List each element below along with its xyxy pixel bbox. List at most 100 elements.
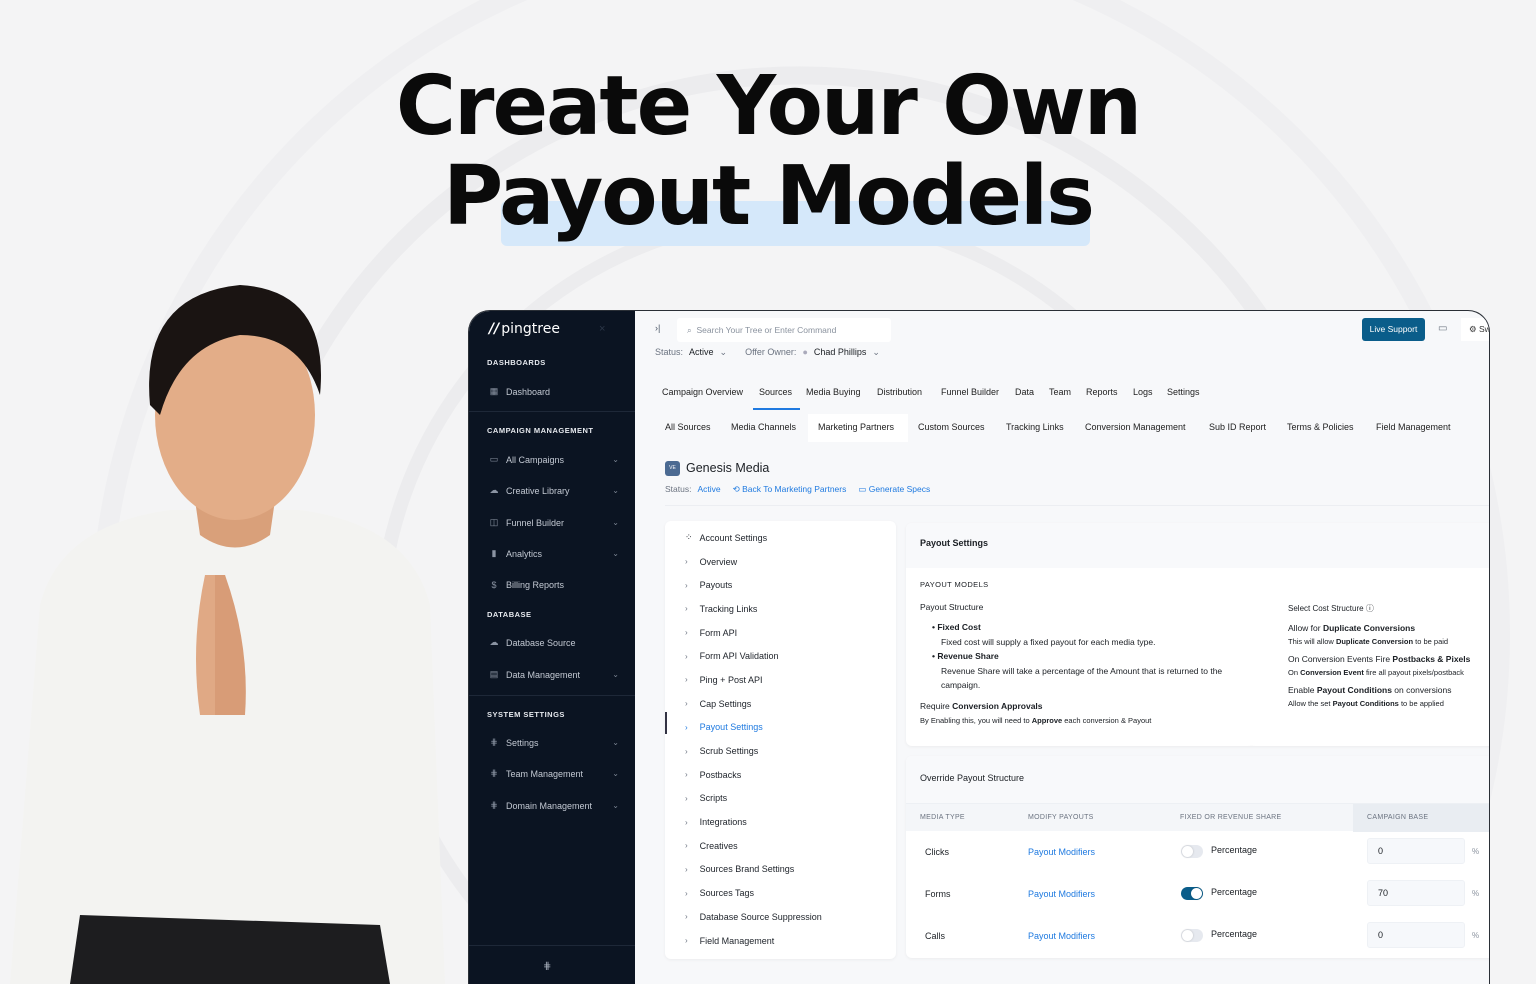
bar-chart-icon: ▮ [491,548,497,558]
live-support-button[interactable]: Live Support [1362,318,1425,341]
media-type: Clicks [925,847,949,857]
tab-reports[interactable]: Reports [1086,387,1118,397]
nav-item[interactable]: › Overview [665,550,896,574]
sidebar-item-domain-management[interactable]: ⋕ Domain Management ⌄ [489,800,619,811]
campaign-base-input[interactable]: 0 [1367,838,1465,864]
subtab-sub-id-report[interactable]: Sub ID Report [1209,422,1266,432]
tab-media-buying[interactable]: Media Buying [806,387,861,397]
campaign-base-input[interactable]: 0 [1367,922,1465,948]
nav-item[interactable]: › Creatives [665,834,896,858]
nav-item[interactable]: › Tracking Links [665,597,896,621]
main-content: ›| ⌕ Search Your Tree or Enter Command L… [635,311,1489,984]
approval-desc: By Enabling this, you will need to Appro… [920,716,1152,725]
nav-item[interactable]: › Form API Validation [665,644,896,668]
close-sidebar-icon[interactable]: × [599,323,605,335]
subtab-marketing-partners[interactable]: Marketing Partners [818,422,894,432]
sidebar-item-billing-reports[interactable]: $ Billing Reports [489,580,619,590]
payout-modifiers-link[interactable]: Payout Modifiers [1028,931,1095,941]
tab-sources[interactable]: Sources [759,387,792,397]
subtab-custom-sources[interactable]: Custom Sources [918,422,985,432]
nav-item[interactable]: › Scripts [665,787,896,811]
payout-modifiers-link[interactable]: Payout Modifiers [1028,889,1095,899]
chevron-right-icon: › [685,770,688,780]
nav-item[interactable]: › Field Management [665,929,896,953]
sidebar-item-team-management[interactable]: ⋕ Team Management ⌄ [489,768,619,779]
subtab-conversion-management[interactable]: Conversion Management [1085,422,1186,432]
subtab-tracking-links[interactable]: Tracking Links [1006,422,1064,432]
funnel-icon: ◫ [489,517,499,527]
payout-structure-label: Payout Structure [920,602,984,612]
switch-button[interactable]: ⚙ Sw [1461,318,1489,341]
nav-item[interactable]: › Integrations [665,810,896,834]
tab-campaign-overview[interactable]: Campaign Overview [662,387,743,397]
status-dropdown[interactable]: Active [689,347,714,358]
generate-specs-link[interactable]: ▭ Generate Specs [858,484,930,495]
nav-item[interactable]: › Database Source Suppression [665,905,896,929]
nav-item[interactable]: › Payouts [665,573,896,597]
postbacks-option[interactable]: On Conversion Events Fire Postbacks & Pi… [1288,653,1470,667]
sidebar-item-analytics[interactable]: ▮ Analytics ⌄ [489,548,619,559]
settings-nav: ⁘ Account Settings › Overview › Payouts › Trac… [665,521,896,959]
nav-item[interactable]: › Scrub Settings [665,739,896,763]
tab-settings[interactable]: Settings [1167,387,1200,397]
settings-sliders-icon[interactable]: ⋕ [543,961,551,972]
subtab-media-channels[interactable]: Media Channels [731,422,796,432]
sidebar-item-dashboard[interactable]: ▦ Dashboard [489,386,619,397]
window-icon[interactable]: ▭ [1438,323,1447,334]
back-link[interactable]: ⟲ Back To Marketing Partners [733,484,847,495]
nav-item[interactable]: › Form API [665,621,896,645]
campaign-base-input[interactable]: 70 [1367,880,1465,906]
owner-dropdown[interactable]: Chad Phillips [814,347,867,358]
cloud-icon: ☁ [489,485,499,495]
active-tab-indicator [753,408,800,410]
sidebar-item-database-source[interactable]: ☁ Database Source [489,637,619,648]
share-toggle[interactable] [1181,845,1203,858]
chevron-down-icon: ⌄ [612,738,619,747]
nav-item[interactable]: › Sources Tags [665,881,896,905]
duplicate-conversions-option[interactable]: Allow for Duplicate Conversions [1288,622,1470,636]
chevron-down-icon: ⌄ [612,455,619,464]
person-photo [10,285,445,984]
subtab-all-sources[interactable]: All Sources [665,422,711,432]
sidebar: //pingtree × DASHBOARDS ▦ Dashboard CAMPA… [469,311,635,984]
subtab-terms-policies[interactable]: Terms & Policies [1287,422,1354,432]
sidebar-item-all-campaigns[interactable]: ▭ All Campaigns ⌄ [489,454,619,465]
nav-item[interactable]: › Ping + Post API [665,668,896,692]
tab-data[interactable]: Data [1015,387,1034,397]
share-label: Percentage [1211,887,1258,897]
percent-unit: % [1472,889,1480,898]
subtab-field-management[interactable]: Field Management [1376,422,1451,432]
tab-funnel-builder[interactable]: Funnel Builder [941,387,999,397]
sidebar-item-data-management[interactable]: ▤ Data Management ⌄ [489,669,619,680]
override-payout-card: Override Payout Structure MEDIA TYPE MOD… [906,756,1489,958]
search-input[interactable]: ⌕ Search Your Tree or Enter Command [677,318,891,342]
grid-icon: ▦ [489,386,499,396]
nav-item[interactable]: › Cap Settings [665,692,896,716]
share-toggle[interactable] [1181,929,1203,942]
partner-name: Genesis Media [686,461,770,475]
payout-modifiers-link[interactable]: Payout Modifiers [1028,847,1095,857]
sidebar-item-creative-library[interactable]: ☁ Creative Library ⌄ [489,485,620,496]
partner-badge: VE [665,461,680,476]
nav-item[interactable]: › Payout Settings [665,716,896,740]
tab-logs[interactable]: Logs [1133,387,1153,397]
share-toggle[interactable] [1181,887,1203,900]
chevron-right-icon: › [685,912,688,922]
chevron-right-icon: › [685,793,688,803]
nav-item[interactable]: › Sources Brand Settings [665,858,896,882]
section-dashboards: DASHBOARDS [487,358,546,367]
tab-team[interactable]: Team [1049,387,1071,397]
sidebar-item-settings[interactable]: ⋕ Settings ⌄ [489,737,619,748]
section-campaign-management: CAMPAIGN MANAGEMENT [487,426,594,435]
dollar-icon: $ [491,580,497,590]
tab-distribution[interactable]: Distribution [877,387,922,397]
table-row: Clicks Payout Modifiers Percentage 0% [906,831,1489,873]
percent-unit: % [1472,931,1480,940]
nav-item[interactable]: › Postbacks [665,763,896,787]
expand-sidebar-icon[interactable]: ›| [655,323,660,333]
chevron-down-icon: ⌄ [612,518,619,527]
sidebar-item-funnel-builder[interactable]: ◫ Funnel Builder ⌄ [489,517,619,528]
share-label: Percentage [1211,929,1258,939]
payout-conditions-option[interactable]: Enable Payout Conditions on conversions [1288,684,1470,698]
share-label: Percentage [1211,845,1258,855]
